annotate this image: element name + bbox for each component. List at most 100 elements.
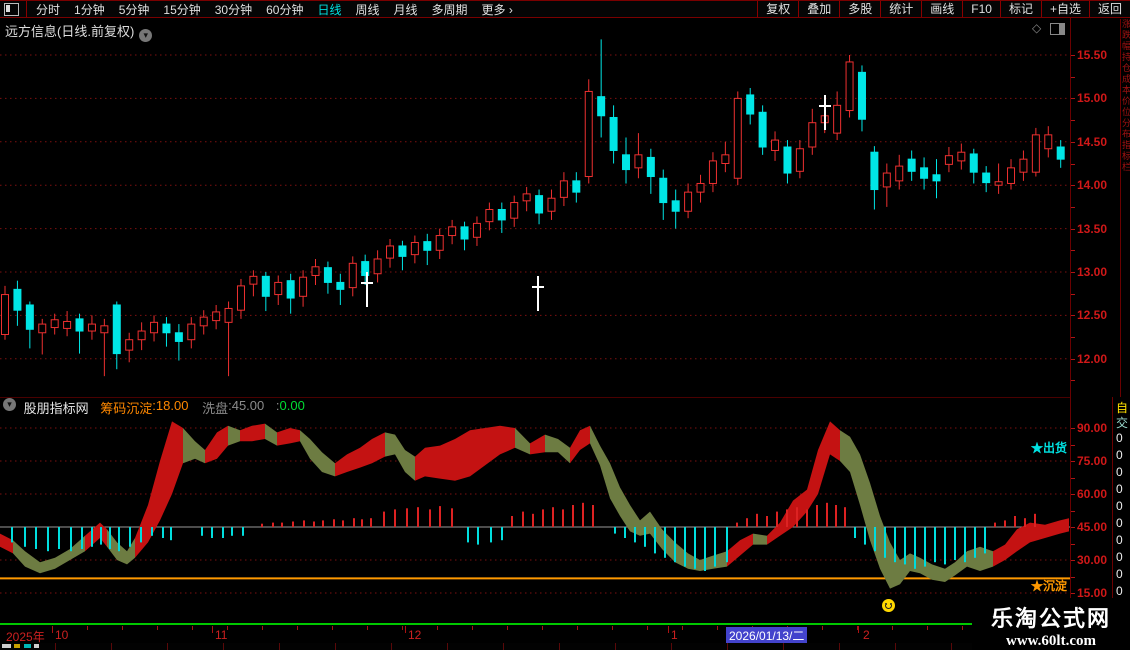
indicator-site-label[interactable]: 股朋指标网: [24, 401, 89, 416]
axis-tick: [1071, 593, 1075, 594]
axis-tick: [1071, 142, 1075, 143]
toolbar-button-+自选[interactable]: +自选: [1040, 1, 1089, 17]
axis-tick: [1071, 77, 1075, 78]
status-strip: [0, 643, 1130, 650]
toolbar-button-统计[interactable]: 统计: [880, 1, 921, 17]
axis-tick: [1071, 164, 1075, 165]
axis-tick: [1071, 185, 1075, 186]
axis-tick: [1071, 55, 1075, 56]
collapse-chevron-icon[interactable]: ▾: [3, 398, 16, 411]
axis-tick: [1071, 294, 1075, 295]
axis-tick: [1071, 527, 1075, 528]
timeline-tick: [402, 626, 403, 630]
quote-zero-value: 0: [1116, 533, 1123, 547]
axis-tick: [1071, 120, 1075, 121]
clipped-status-text: [2, 644, 11, 648]
tab-30分钟[interactable]: 30分钟: [208, 1, 259, 18]
timeline-tick: [892, 626, 893, 630]
quote-zero-value: 0: [1116, 516, 1123, 530]
status-tick: [55, 643, 56, 650]
watermark-url: www.60lt.com: [1006, 633, 1096, 649]
right-sidebar-strip[interactable]: 涨跌幅持仓成本价位分布指标栏: [1120, 19, 1130, 397]
timeline-tick: [577, 626, 578, 630]
indicator-param1: 筹码沉淀:18.00: [100, 398, 189, 416]
axis-tick: [1071, 337, 1075, 338]
axis-tick: [1071, 478, 1075, 479]
clipped-status-text: [24, 644, 31, 648]
status-tick: [503, 643, 504, 650]
side-tab-jiao[interactable]: 交: [1116, 414, 1128, 431]
window-layout-icon[interactable]: [4, 2, 19, 16]
axis-tick: [1071, 494, 1075, 495]
tab-周线[interactable]: 周线: [348, 1, 386, 18]
toolbar-button-F10[interactable]: F10: [962, 1, 1000, 17]
indicator-param2: 洗盘:45.00: [202, 398, 265, 416]
price-axis: 15.50 15.00 14.50 14.00 13.50 13.00 12.50 12.00: [1071, 38, 1120, 397]
status-tick: [447, 643, 448, 650]
indicator-param3: :0.00: [275, 398, 305, 413]
tab-日线[interactable]: 日线: [310, 1, 348, 18]
tab-15分钟[interactable]: 15分钟: [156, 1, 207, 18]
price-tick-label: 15.50: [1077, 48, 1108, 62]
timeline-month-tick: [668, 626, 669, 633]
tab-多周期[interactable]: 多周期: [425, 1, 475, 18]
indicator-tick-label: 90.00: [1077, 421, 1108, 435]
axis-tick: [1071, 229, 1075, 230]
timeline-tick: [717, 626, 718, 630]
quote-zero-value: 0: [1116, 584, 1123, 598]
axis-tick: [1071, 315, 1075, 316]
status-tick: [783, 643, 784, 650]
timeline-tick: [542, 626, 543, 630]
toolbar-button-画线[interactable]: 画线: [921, 1, 962, 17]
tab-更多 ›[interactable]: 更多 ›: [475, 1, 520, 18]
toolbar-button-多股[interactable]: 多股: [839, 1, 880, 17]
quote-zero-value: 0: [1116, 465, 1123, 479]
status-tick: [559, 643, 560, 650]
timeline[interactable]: 2025年 10 11 12 1 2 2026/01/13/二: [0, 626, 1070, 644]
timeline-tick: [192, 626, 193, 630]
clipped-status-text: [14, 644, 20, 648]
indicator-tick-label: 75.00: [1077, 454, 1108, 468]
timeline-month-tick: [858, 626, 859, 633]
quote-zero-value: 0: [1116, 550, 1123, 564]
timeline-tick: [332, 626, 333, 630]
axis-tick: [1071, 445, 1075, 446]
quote-zero-value: 0: [1116, 567, 1123, 581]
timeline-tick: [472, 626, 473, 630]
status-tick: [335, 643, 336, 650]
top-toolbar: 分时 1分钟 5分钟 15分钟 30分钟 60分钟 日线 周线 月线 多周期 更多 › 复权 叠加 多股…: [0, 0, 1130, 18]
toolbar-buttons: 复权 叠加 多股 统计 画线 F10 标记 +自选 返回: [757, 1, 1130, 17]
tab-月线[interactable]: 月线: [387, 1, 425, 18]
diamond-icon[interactable]: ◇: [1032, 21, 1041, 35]
status-tick: [951, 643, 952, 650]
quote-zero-value: 0: [1116, 482, 1123, 496]
clipped-status-text: [34, 644, 39, 648]
axis-tick: [1071, 98, 1075, 99]
candlestick-svg: [0, 39, 1070, 377]
green-separator: [0, 623, 1130, 625]
tab-5分钟[interactable]: 5分钟: [112, 1, 157, 18]
axis-tick: [1071, 380, 1075, 381]
right-quote-strip[interactable]: 自 交 00000000000: [1112, 397, 1130, 622]
watermark-title: 乐淘公式网: [990, 606, 1111, 631]
timeline-month-11: 11: [215, 628, 228, 642]
toolbar-button-复权[interactable]: 复权: [757, 1, 798, 17]
toolbar-button-标记[interactable]: 标记: [999, 1, 1041, 17]
axis-tick: [1071, 359, 1075, 360]
timeline-tick: [157, 626, 158, 630]
price-tick-label: 15.00: [1077, 91, 1108, 106]
timeline-tick: [647, 626, 648, 630]
title-bar: 远方信息(日线.前复权) ▾ ◇: [0, 18, 1070, 42]
toolbar-button-叠加[interactable]: 叠加: [798, 1, 839, 17]
panel-toggle-icon[interactable]: [1050, 23, 1065, 35]
tab-1分钟[interactable]: 1分钟: [67, 1, 112, 18]
tab-分时[interactable]: 分时: [29, 1, 67, 18]
indicator-tick-label: 45.00: [1077, 520, 1108, 534]
indicator-chart[interactable]: ★出货 ★沉淀: [0, 417, 1070, 622]
tab-60分钟[interactable]: 60分钟: [259, 1, 310, 18]
timeline-tick: [612, 626, 613, 630]
timeline-tick: [227, 626, 228, 630]
quote-zero-value: 0: [1116, 499, 1123, 513]
toolbar-button-返回[interactable]: 返回: [1088, 1, 1130, 17]
candlestick-chart[interactable]: [0, 38, 1070, 397]
